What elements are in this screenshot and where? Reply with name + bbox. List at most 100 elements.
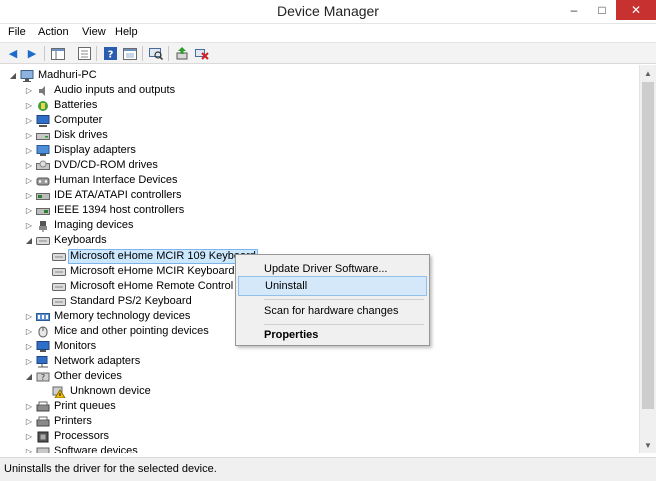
tree-node-display-adapters[interactable]: ▷ Display adapters [24, 143, 137, 158]
back-button[interactable]: ◀ [5, 46, 21, 61]
collapse-arrow-icon[interactable]: ◢ [8, 71, 18, 81]
processor-icon [36, 431, 50, 443]
scan-hardware-icon [149, 48, 163, 60]
ieee1394-icon [36, 205, 50, 217]
tree-node-software-devices[interactable]: ▷ Software devices [24, 444, 139, 453]
tree-node-processors[interactable]: ▷ Processors [24, 429, 110, 444]
menu-action[interactable]: Action [38, 26, 69, 38]
tree-node-imaging[interactable]: ▷ Imaging devices [24, 218, 135, 233]
tree-leaf-ehome-remote-keyboard[interactable]: Microsoft eHome Remote Control Ke [50, 279, 251, 294]
help-button[interactable]: ? [102, 46, 118, 61]
expand-arrow-icon[interactable]: ▷ [24, 327, 34, 337]
scroll-down-arrow-icon[interactable]: ▼ [640, 437, 656, 453]
expand-arrow-icon[interactable]: ▷ [24, 131, 34, 141]
warning-icon [52, 386, 66, 398]
expand-arrow-icon[interactable]: ▷ [24, 447, 34, 453]
menu-item-scan-hardware[interactable]: Scan for hardware changes [238, 301, 427, 321]
tree-node-disk-drives[interactable]: ▷ Disk drives [24, 128, 109, 143]
tree-leaf-label: Microsoft eHome MCIR Keyboard [70, 265, 235, 277]
tree-node-print-queues[interactable]: ▷ Print queues [24, 399, 117, 414]
uninstall-device-button[interactable] [194, 46, 210, 61]
tree-node-keyboards[interactable]: ◢ Keyboards [24, 233, 108, 248]
uninstall-device-icon [195, 49, 209, 60]
update-driver-button[interactable] [174, 46, 190, 61]
expand-arrow-icon[interactable]: ▷ [24, 221, 34, 231]
scan-hardware-button[interactable] [148, 46, 164, 61]
console-tree-button[interactable] [50, 46, 66, 61]
status-text: Uninstalls the driver for the selected d… [4, 463, 217, 475]
show-hide-button[interactable] [122, 46, 138, 61]
toolbar-separator [142, 46, 143, 61]
tree-node-other-devices[interactable]: ◢ ? Other devices [24, 369, 123, 384]
hid-icon [36, 175, 50, 187]
tree-node-mice[interactable]: ▷ Mice and other pointing devices [24, 324, 210, 339]
expand-arrow-icon[interactable]: ▷ [24, 206, 34, 216]
forward-button[interactable]: ▶ [24, 46, 40, 61]
expand-arrow-icon[interactable]: ▷ [24, 342, 34, 352]
expand-arrow-icon[interactable]: ▷ [24, 357, 34, 367]
tree-node-label: Other devices [54, 370, 122, 382]
expand-arrow-icon[interactable]: ▷ [24, 312, 34, 322]
tree-node-audio[interactable]: ▷ Audio inputs and outputs [24, 83, 176, 98]
tree-leaf-unknown-device[interactable]: Unknown device [50, 384, 152, 399]
toolbar-separator [96, 46, 97, 61]
minimize-icon: – [570, 3, 578, 17]
scroll-up-arrow-icon[interactable]: ▲ [640, 65, 656, 81]
tree-leaf-ehome-keyboard[interactable]: Microsoft eHome MCIR Keyboard [50, 264, 235, 279]
expand-arrow-icon[interactable]: ▷ [24, 402, 34, 412]
tree-node-ide-controllers[interactable]: ▷ IDE ATA/ATAPI controllers [24, 188, 183, 203]
disk-drive-icon [36, 130, 50, 142]
tree-node-label: Monitors [54, 340, 97, 352]
scrollbar-thumb[interactable] [642, 82, 654, 409]
tree-node-hid[interactable]: ▷ Human Interface Devices [24, 173, 179, 188]
update-driver-icon [176, 47, 188, 60]
memory-icon [36, 311, 50, 323]
camera-icon [36, 220, 50, 232]
tree-root[interactable]: ◢ Madhuri-PC [8, 68, 98, 83]
tree-leaf-ps2-keyboard[interactable]: Standard PS/2 Keyboard [50, 294, 193, 309]
tree-node-memory-tech[interactable]: ▷ Memory technology devices [24, 309, 191, 324]
menu-item-properties[interactable]: Properties [238, 325, 427, 345]
collapse-arrow-icon[interactable]: ◢ [24, 372, 34, 382]
svg-text:?: ? [107, 50, 113, 61]
menu-item-uninstall[interactable]: Uninstall [238, 276, 427, 296]
expand-arrow-icon[interactable]: ▷ [24, 417, 34, 427]
tree-leaf-ehome-109-keyboard[interactable]: Microsoft eHome MCIR 109 Keyboard [50, 249, 258, 264]
properties-sheet-icon [77, 47, 91, 60]
expand-arrow-icon[interactable]: ▷ [24, 146, 34, 156]
tree-node-network-adapters[interactable]: ▷ Network adapters [24, 354, 141, 369]
window-pane-icon [123, 47, 137, 60]
expand-arrow-icon[interactable]: ▷ [24, 432, 34, 442]
close-button[interactable]: ✕ [616, 0, 656, 20]
maximize-button[interactable]: □ [588, 0, 616, 20]
tree-node-label: Audio inputs and outputs [54, 84, 176, 96]
tree-node-label: Printers [54, 415, 92, 427]
tree-node-dvd-drives[interactable]: ▷ DVD/CD-ROM drives [24, 158, 159, 173]
expand-arrow-icon[interactable]: ▷ [24, 161, 34, 171]
expand-arrow-icon[interactable]: ▷ [24, 176, 34, 186]
vertical-scrollbar[interactable]: ▲ ▼ [639, 65, 656, 453]
speaker-icon [36, 85, 50, 97]
collapse-arrow-icon[interactable]: ◢ [24, 236, 34, 246]
tree-node-batteries[interactable]: ▷ Batteries [24, 98, 98, 113]
menu-view[interactable]: View [82, 26, 106, 38]
tree-node-monitors[interactable]: ▷ Monitors [24, 339, 97, 354]
menu-help[interactable]: Help [115, 26, 138, 38]
keyboard-icon [52, 281, 66, 293]
forward-arrow-icon: ▶ [27, 48, 37, 60]
expand-arrow-icon[interactable]: ▷ [24, 191, 34, 201]
minimize-button[interactable]: – [560, 0, 588, 20]
svg-text:?: ? [41, 373, 45, 382]
tree-node-label: IDE ATA/ATAPI controllers [54, 189, 182, 201]
tree-node-ieee1394[interactable]: ▷ IEEE 1394 host controllers [24, 203, 185, 218]
menu-file[interactable]: File [8, 26, 26, 38]
expand-arrow-icon[interactable]: ▷ [24, 116, 34, 126]
tree-node-label: Processors [54, 430, 110, 442]
tree-node-printers[interactable]: ▷ Printers [24, 414, 93, 429]
expand-arrow-icon[interactable]: ▷ [24, 86, 34, 96]
tree-node-computer[interactable]: ▷ Computer [24, 113, 103, 128]
tree-root-label: Madhuri-PC [38, 69, 97, 81]
properties-view-button[interactable] [76, 46, 92, 61]
expand-arrow-icon[interactable]: ▷ [24, 101, 34, 111]
tree-node-label: Keyboards [54, 234, 107, 246]
